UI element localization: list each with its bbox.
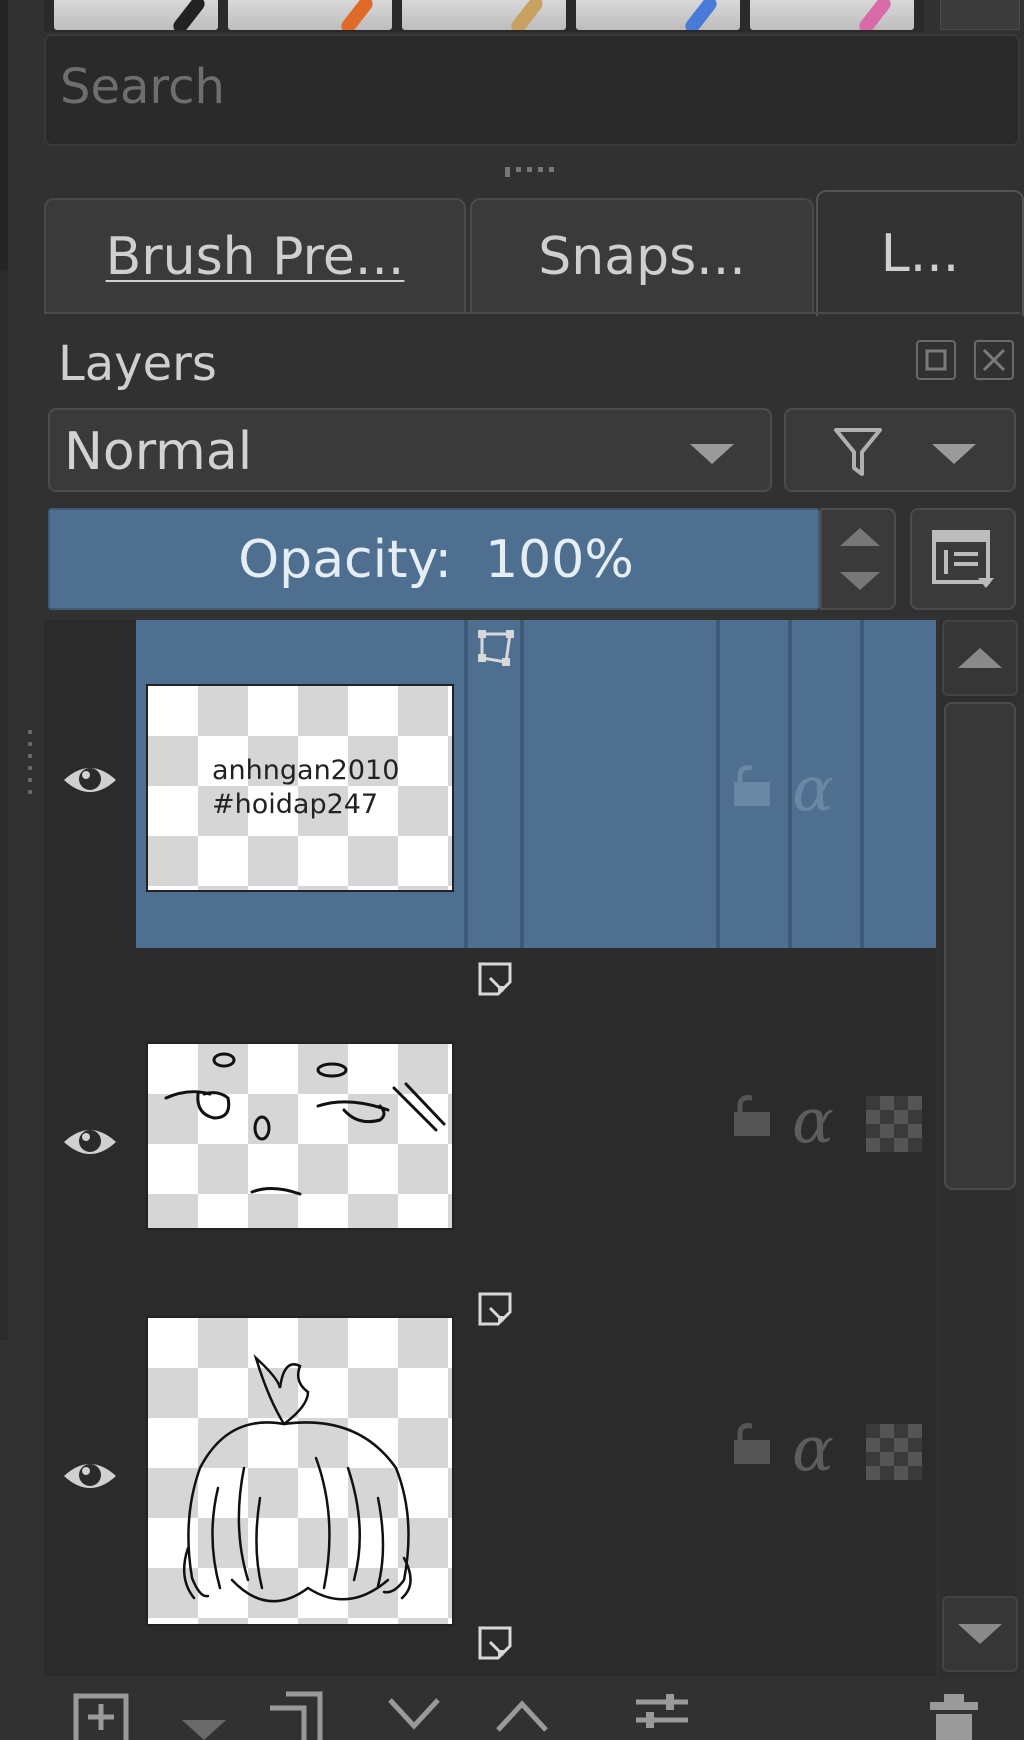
lock-icon[interactable] bbox=[732, 1094, 772, 1138]
lock-icon[interactable] bbox=[732, 1422, 772, 1466]
opacity-label: Opacity: bbox=[238, 530, 452, 590]
layer-thumbnail bbox=[146, 1316, 454, 1626]
hair-sketch bbox=[182, 1354, 412, 1603]
brush-preset-thumb[interactable] bbox=[54, 0, 218, 30]
left-gutter bbox=[0, 0, 8, 270]
spin-up-icon[interactable] bbox=[840, 528, 880, 546]
brush-preset-thumb[interactable] bbox=[576, 0, 740, 30]
search-input[interactable] bbox=[58, 58, 962, 116]
tab-label: Brush Pre... bbox=[105, 227, 405, 287]
column-divider bbox=[860, 620, 864, 948]
alpha-lock-icon[interactable]: α bbox=[792, 752, 834, 825]
tabs-baseline bbox=[44, 312, 1020, 314]
transform-mask-icon[interactable] bbox=[476, 628, 516, 668]
mask-icon[interactable] bbox=[476, 1624, 516, 1664]
mask-icon[interactable] bbox=[476, 1290, 516, 1330]
move-down-icon[interactable] bbox=[384, 1690, 444, 1740]
tab-label: Snaps... bbox=[538, 227, 746, 287]
brush-preset-thumb[interactable] bbox=[228, 0, 392, 30]
opacity-readout: Opacity: 100% bbox=[50, 530, 822, 590]
inherit-alpha-icon[interactable] bbox=[866, 1424, 922, 1480]
layers-toolbar bbox=[44, 1680, 1024, 1740]
panel-title: Layers bbox=[58, 336, 217, 392]
lock-icon[interactable] bbox=[732, 764, 772, 808]
alpha-lock-icon[interactable]: α bbox=[792, 1084, 834, 1157]
layer-row-selected[interactable]: anhngan2010 #hoidap247 α bbox=[44, 620, 936, 948]
column-divider bbox=[520, 620, 524, 948]
delete-layer-icon[interactable] bbox=[924, 1690, 984, 1740]
brush-preset-strip bbox=[44, 0, 924, 32]
layers-scrollbar[interactable] bbox=[940, 620, 1018, 1676]
blend-mode-value: Normal bbox=[64, 422, 253, 482]
tab-layers[interactable]: L... bbox=[816, 190, 1024, 316]
opacity-value: 100% bbox=[485, 530, 634, 590]
layer-thumbnail: anhngan2010 #hoidap247 bbox=[146, 684, 454, 892]
layers-list: anhngan2010 #hoidap247 α α α bbox=[44, 620, 936, 1676]
left-gutter-lower bbox=[0, 270, 8, 1340]
chevron-down-icon[interactable] bbox=[174, 1690, 234, 1740]
duplicate-layer-icon[interactable] bbox=[266, 1690, 326, 1740]
thumbnail-text: #hoidap247 bbox=[212, 789, 379, 820]
add-layer-icon[interactable] bbox=[72, 1690, 132, 1740]
preset-scroll-button[interactable] bbox=[940, 0, 1020, 30]
scroll-up-button[interactable] bbox=[942, 620, 1018, 696]
opacity-slider[interactable]: Opacity: 100% bbox=[48, 508, 820, 610]
column-divider bbox=[716, 620, 720, 948]
blend-mode-select[interactable]: Normal bbox=[48, 408, 772, 492]
tab-snapshots[interactable]: Snaps... bbox=[470, 198, 814, 314]
move-up-icon[interactable] bbox=[492, 1690, 552, 1740]
chevron-down-icon bbox=[690, 444, 734, 464]
tab-label: L... bbox=[880, 224, 960, 284]
chevron-down-icon bbox=[932, 444, 976, 464]
face-sketch bbox=[164, 1052, 446, 1196]
properties-icon bbox=[932, 530, 994, 588]
layer-row[interactable]: α bbox=[44, 1278, 936, 1676]
eye-icon[interactable] bbox=[62, 1446, 118, 1502]
splitter-handle[interactable] bbox=[26, 730, 34, 804]
scrollbar-thumb[interactable] bbox=[944, 702, 1016, 1190]
brush-preset-thumb[interactable] bbox=[750, 0, 914, 30]
scroll-down-button[interactable] bbox=[942, 1596, 1018, 1672]
preset-search-box bbox=[44, 34, 1020, 146]
float-icon[interactable] bbox=[916, 340, 956, 380]
layer-thumbnail bbox=[146, 1042, 454, 1230]
inherit-alpha-icon[interactable] bbox=[866, 1096, 922, 1152]
alpha-lock-icon[interactable]: α bbox=[792, 1412, 834, 1485]
opacity-spinner[interactable] bbox=[820, 508, 896, 610]
eye-icon[interactable] bbox=[62, 1112, 118, 1168]
thumbnail-text: anhngan2010 bbox=[212, 755, 400, 786]
column-divider bbox=[464, 620, 468, 948]
brush-preset-thumb[interactable] bbox=[402, 0, 566, 30]
layer-properties-icon[interactable] bbox=[632, 1690, 692, 1740]
mask-icon[interactable] bbox=[476, 960, 516, 1000]
layer-filter-button[interactable] bbox=[784, 408, 1016, 492]
dock-resize-grip[interactable] bbox=[505, 167, 569, 177]
layer-properties-button[interactable] bbox=[910, 508, 1016, 610]
close-icon[interactable] bbox=[974, 340, 1014, 380]
layer-row[interactable]: α bbox=[44, 948, 936, 1278]
filter-icon bbox=[834, 428, 882, 476]
eye-icon[interactable] bbox=[62, 750, 118, 806]
tab-brush-presets[interactable]: Brush Pre... bbox=[44, 198, 466, 314]
spin-down-icon[interactable] bbox=[840, 572, 880, 590]
